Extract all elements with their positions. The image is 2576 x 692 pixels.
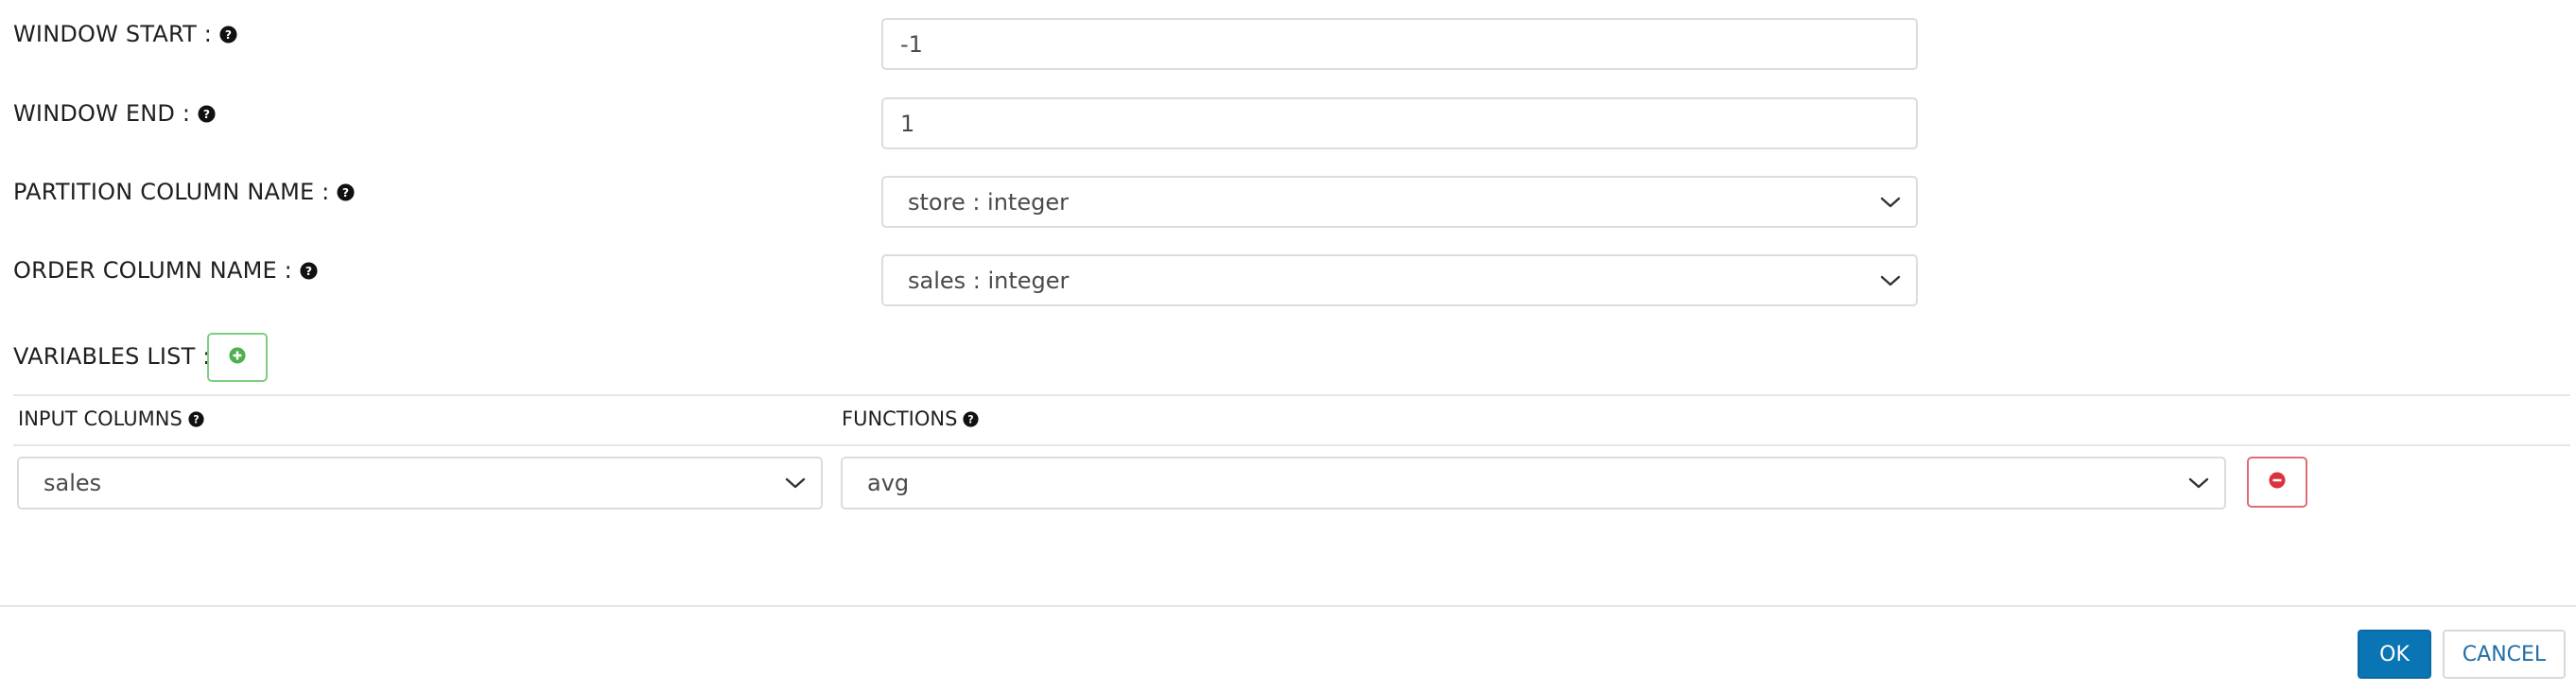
order-column-label-text: ORDER COLUMN NAME : [13,257,292,284]
function-value: avg [867,470,910,496]
order-column-value: sales : integer [908,267,1070,294]
variables-list-label-text: VARIABLES LIST : [13,343,211,370]
question-circle-icon[interactable]: ? [198,104,216,123]
window-start-value: -1 [900,30,923,58]
partition-column-value: store : integer [908,188,1069,216]
question-circle-icon[interactable]: ? [219,25,237,43]
window-start-label: WINDOW START : ? [13,13,237,55]
input-columns-header: INPUT COLUMNS ? [18,403,204,435]
question-circle-icon[interactable]: ? [188,410,204,427]
window-start-input[interactable]: -1 [881,18,1918,70]
table-top-divider [13,394,2570,396]
chevron-down-icon [785,476,806,490]
question-circle-icon[interactable]: ? [337,182,356,201]
variables-list-label: VARIABLES LIST : [13,336,211,377]
svg-text:?: ? [203,107,210,120]
window-end-value: 1 [900,110,915,137]
question-circle-icon[interactable]: ? [963,410,979,427]
add-variable-button[interactable] [207,333,268,382]
order-column-label: ORDER COLUMN NAME : ? [13,250,318,291]
svg-text:?: ? [225,27,232,41]
ok-button[interactable]: OK [2358,630,2431,679]
svg-text:?: ? [342,185,349,199]
window-start-label-text: WINDOW START : [13,21,213,47]
functions-header: FUNCTIONS ? [842,403,979,435]
input-column-value: sales [44,470,102,496]
input-columns-header-text: INPUT COLUMNS [18,407,183,430]
window-function-dialog: WINDOW START : ? -1 WINDOW END : ? 1 PAR… [0,0,2576,692]
question-circle-icon[interactable]: ? [300,261,318,280]
remove-variable-button[interactable] [2247,457,2307,508]
functions-header-text: FUNCTIONS [842,407,958,430]
chevron-down-icon [1880,196,1901,209]
footer-divider [0,605,2576,607]
svg-text:?: ? [305,264,312,277]
window-end-label-text: WINDOW END : [13,100,191,127]
function-select[interactable]: avg [841,457,2226,510]
partition-column-label-text: PARTITION COLUMN NAME : [13,179,330,205]
window-end-input[interactable]: 1 [881,97,1918,149]
cancel-button[interactable]: CANCEL [2443,630,2566,679]
input-column-select[interactable]: sales [17,457,823,510]
chevron-down-icon [1880,274,1901,287]
plus-circle-icon [229,347,246,368]
svg-text:?: ? [968,413,974,425]
minus-circle-icon [2269,472,2286,493]
partition-column-label: PARTITION COLUMN NAME : ? [13,171,356,213]
chevron-down-icon [2188,476,2209,490]
table-header-divider [13,444,2570,446]
order-column-select[interactable]: sales : integer [881,254,1918,306]
svg-text:?: ? [193,413,199,425]
window-end-label: WINDOW END : ? [13,93,216,134]
partition-column-select[interactable]: store : integer [881,176,1918,228]
